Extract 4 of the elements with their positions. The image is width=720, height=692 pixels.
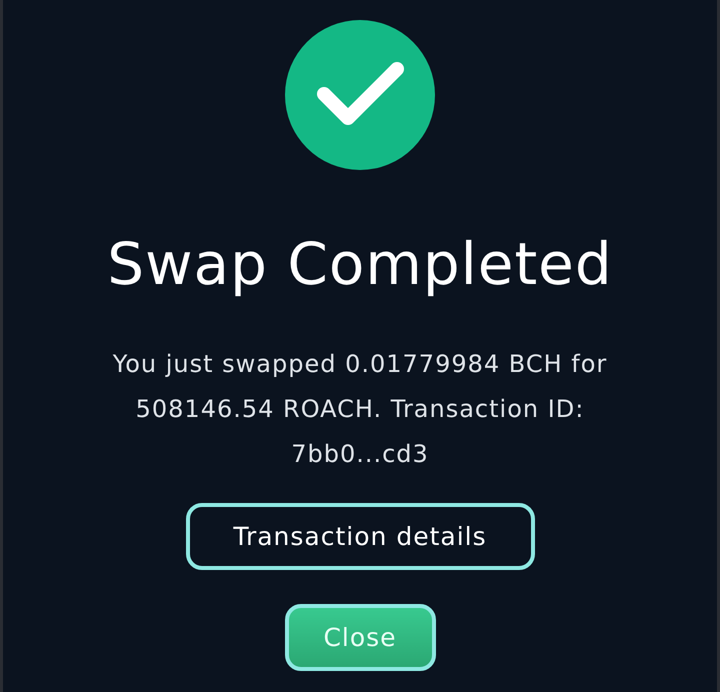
- details-button[interactable]: Transaction details: [186, 503, 534, 570]
- dialog-title: Swap Completed: [107, 229, 613, 300]
- swap-message: You just swapped 0.01779984 BCH for 508146.54 ROACH. Transaction ID: 7bb0...cd3: [112, 349, 608, 470]
- check-circle-icon: [285, 20, 435, 170]
